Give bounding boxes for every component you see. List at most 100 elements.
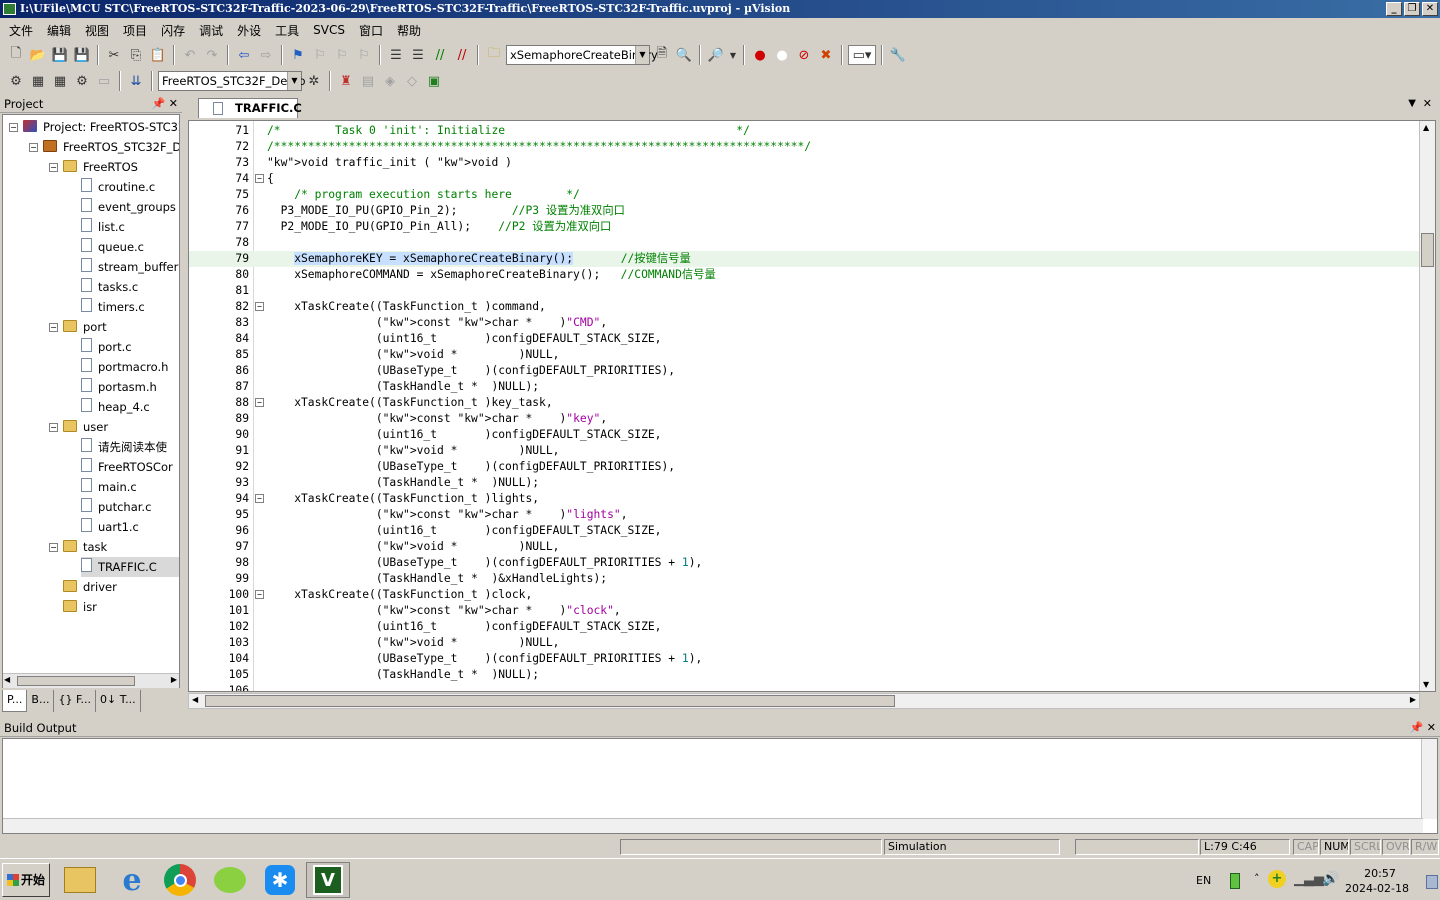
cut-icon[interactable]: ✂ [104,45,124,65]
redo-icon[interactable]: ↷ [202,45,222,65]
code-line[interactable]: 103 ("kw">void * )NULL, [189,635,1419,651]
close-icon[interactable]: ✕ [1427,721,1436,734]
menu-help[interactable]: 帮助 [390,22,428,39]
tree-file[interactable]: stream_buffer [81,257,178,277]
output-horizontal-scrollbar[interactable] [3,818,1423,833]
tab-books[interactable]: B... [27,690,55,712]
find-combo[interactable]: xSemaphoreCreateBinary ▼ [506,45,658,65]
breakpoint-kill-all-icon[interactable]: ✖ [816,45,836,65]
save-icon[interactable]: 💾 [50,45,70,65]
tree-file[interactable]: TRAFFIC.C [81,557,179,577]
tree-project[interactable]: Project: FreeRTOS-STC32 [23,117,179,137]
copy-icon[interactable]: ⎘ [126,45,146,65]
code-line[interactable]: 104 (UBaseType_t )(configDEFAULT_PRIORIT… [189,651,1419,667]
code-line[interactable]: 74 {− [189,171,1419,187]
current-code-line[interactable]: 79 xSemaphoreKEY = xSemaphoreCreateBinar… [189,251,1419,267]
code-line[interactable]: 85 ("kw">void * )NULL, [189,347,1419,363]
tree-file[interactable]: list.c [81,217,125,237]
code-line[interactable]: 71 /* Task 0 'init': Initialize */ [189,123,1419,139]
fold-toggle-icon[interactable]: − [255,302,264,311]
dingtalk-taskbar-icon[interactable]: ✱ [258,862,302,898]
code-line[interactable]: 102 (uint16_t )configDEFAULT_STACK_SIZE, [189,619,1419,635]
close-button[interactable]: ✕ [1422,2,1438,16]
tree-folder[interactable]: isr [63,597,97,617]
collapse-toggle-icon[interactable]: − [49,423,58,432]
tree-file[interactable]: event_groups [81,197,176,217]
tree-file[interactable]: queue.c [81,237,144,257]
tree-file[interactable]: main.c [81,477,137,497]
uncomment-icon[interactable]: // [452,45,472,65]
menu-edit[interactable]: 编辑 [40,22,78,39]
pack-installer-icon[interactable]: ▣ [424,71,444,91]
language-indicator[interactable]: EN [1196,874,1211,887]
close-icon[interactable]: ✕ [169,97,178,110]
code-line[interactable]: 83 ("kw">const "kw">char * )"CMD", [189,315,1419,331]
incremental-find-icon[interactable]: 🔍 [674,45,694,65]
tree-file[interactable]: heap_4.c [81,397,150,417]
next-bookmark-icon[interactable]: ⚐ [332,45,352,65]
menu-peripherals[interactable]: 外设 [230,22,268,39]
code-line[interactable]: 93 (TaskHandle_t * )NULL); [189,475,1419,491]
battery-icon[interactable] [1230,873,1240,889]
code-line[interactable]: 72 /*************************************… [189,139,1419,155]
code-line[interactable]: 78 [189,235,1419,251]
configure-wrench-icon[interactable]: 🔧 [888,45,908,65]
find-in-files-icon[interactable]: 🗀 [484,45,504,65]
pin-icon[interactable]: 📌 [152,97,166,110]
select-software-packs-icon[interactable]: ◇ [402,71,422,91]
clock-date[interactable]: 2024-02-18 [1342,882,1412,895]
tab-traffic-c[interactable]: TRAFFIC.C [198,98,302,118]
code-line[interactable]: 97 ("kw">void * )NULL, [189,539,1419,555]
tree-target[interactable]: FreeRTOS_STC32F_De [43,137,179,157]
tree-folder[interactable]: driver [63,577,117,597]
code-line[interactable]: 96 (uint16_t )configDEFAULT_STACK_SIZE, [189,523,1419,539]
prev-bookmark-icon[interactable]: ⚐ [310,45,330,65]
code-line[interactable]: 99 (TaskHandle_t * )&xHandleLights); [189,571,1419,587]
chevron-down-icon[interactable]: ▼ [1408,98,1416,109]
tree-file[interactable]: FreeRTOSCor [81,457,173,477]
code-line[interactable]: 84 (uint16_t )configDEFAULT_STACK_SIZE, [189,331,1419,347]
code-line[interactable]: 105 (TaskHandle_t * )NULL); [189,667,1419,683]
close-icon[interactable]: ✕ [1423,97,1432,110]
chrome-taskbar-icon[interactable] [158,862,202,898]
editor-horizontal-scrollbar[interactable]: ◀ ▶ [188,693,1420,709]
tree-file[interactable]: portasm.h [81,377,157,397]
translate-icon[interactable]: ⚙ [6,71,26,91]
fold-toggle-icon[interactable]: − [255,590,264,599]
tab-templates[interactable]: 0↓ T... [96,690,141,712]
network-signal-icon[interactable]: ▁▃▅ [1294,872,1324,887]
scroll-right-icon[interactable]: ▶ [1410,695,1416,704]
tree-file[interactable]: port.c [81,337,132,357]
code-line[interactable]: 75 /* program execution starts here */ [189,187,1419,203]
minimize-button[interactable]: _ [1386,2,1402,16]
code-line[interactable]: 95 ("kw">const "kw">char * )"lights", [189,507,1419,523]
editor-vertical-scrollbar[interactable]: ▲ ▼ [1419,121,1435,691]
fold-toggle-icon[interactable]: − [255,494,264,503]
tree-folder[interactable]: user [63,417,108,437]
code-line[interactable]: 77 P2_MODE_IO_PU(GPIO_Pin_All); //P2 设置为… [189,219,1419,235]
security-icon[interactable]: + [1268,870,1286,888]
rebuild-icon[interactable]: ▦ [50,71,70,91]
build-output-pane[interactable] [2,738,1438,834]
tree-folder[interactable]: port [63,317,107,337]
explorer-taskbar-icon[interactable] [58,862,102,898]
tray-expand-icon[interactable]: ˄ [1254,872,1260,885]
scrollbar-thumb[interactable] [205,695,895,707]
tree-file[interactable]: portmacro.h [81,357,168,377]
breakpoint-enable-icon[interactable]: ● [772,45,792,65]
code-line[interactable]: 81 [189,283,1419,299]
scroll-up-icon[interactable]: ▲ [1423,123,1429,132]
show-desktop-button[interactable] [1426,875,1438,889]
uvision-taskbar-icon[interactable]: V [306,862,350,898]
save-all-icon[interactable]: 💾 [72,45,92,65]
breakpoint-disable-all-icon[interactable]: ⊘ [794,45,814,65]
code-line[interactable]: 92 (UBaseType_t )(configDEFAULT_PRIORITI… [189,459,1419,475]
navigate-back-icon[interactable]: ⇦ [234,45,254,65]
code-line[interactable]: 87 (TaskHandle_t * )NULL); [189,379,1419,395]
download-icon[interactable]: ⇊ [126,71,146,91]
chevron-down-icon[interactable]: ▼ [728,45,738,65]
scrollbar-thumb[interactable] [17,676,135,686]
code-line[interactable]: 76 P3_MODE_IO_PU(GPIO_Pin_2); //P3 设置为准双… [189,203,1419,219]
scroll-left-icon[interactable]: ◀ [4,675,10,684]
code-line[interactable]: 91 ("kw">void * )NULL, [189,443,1419,459]
